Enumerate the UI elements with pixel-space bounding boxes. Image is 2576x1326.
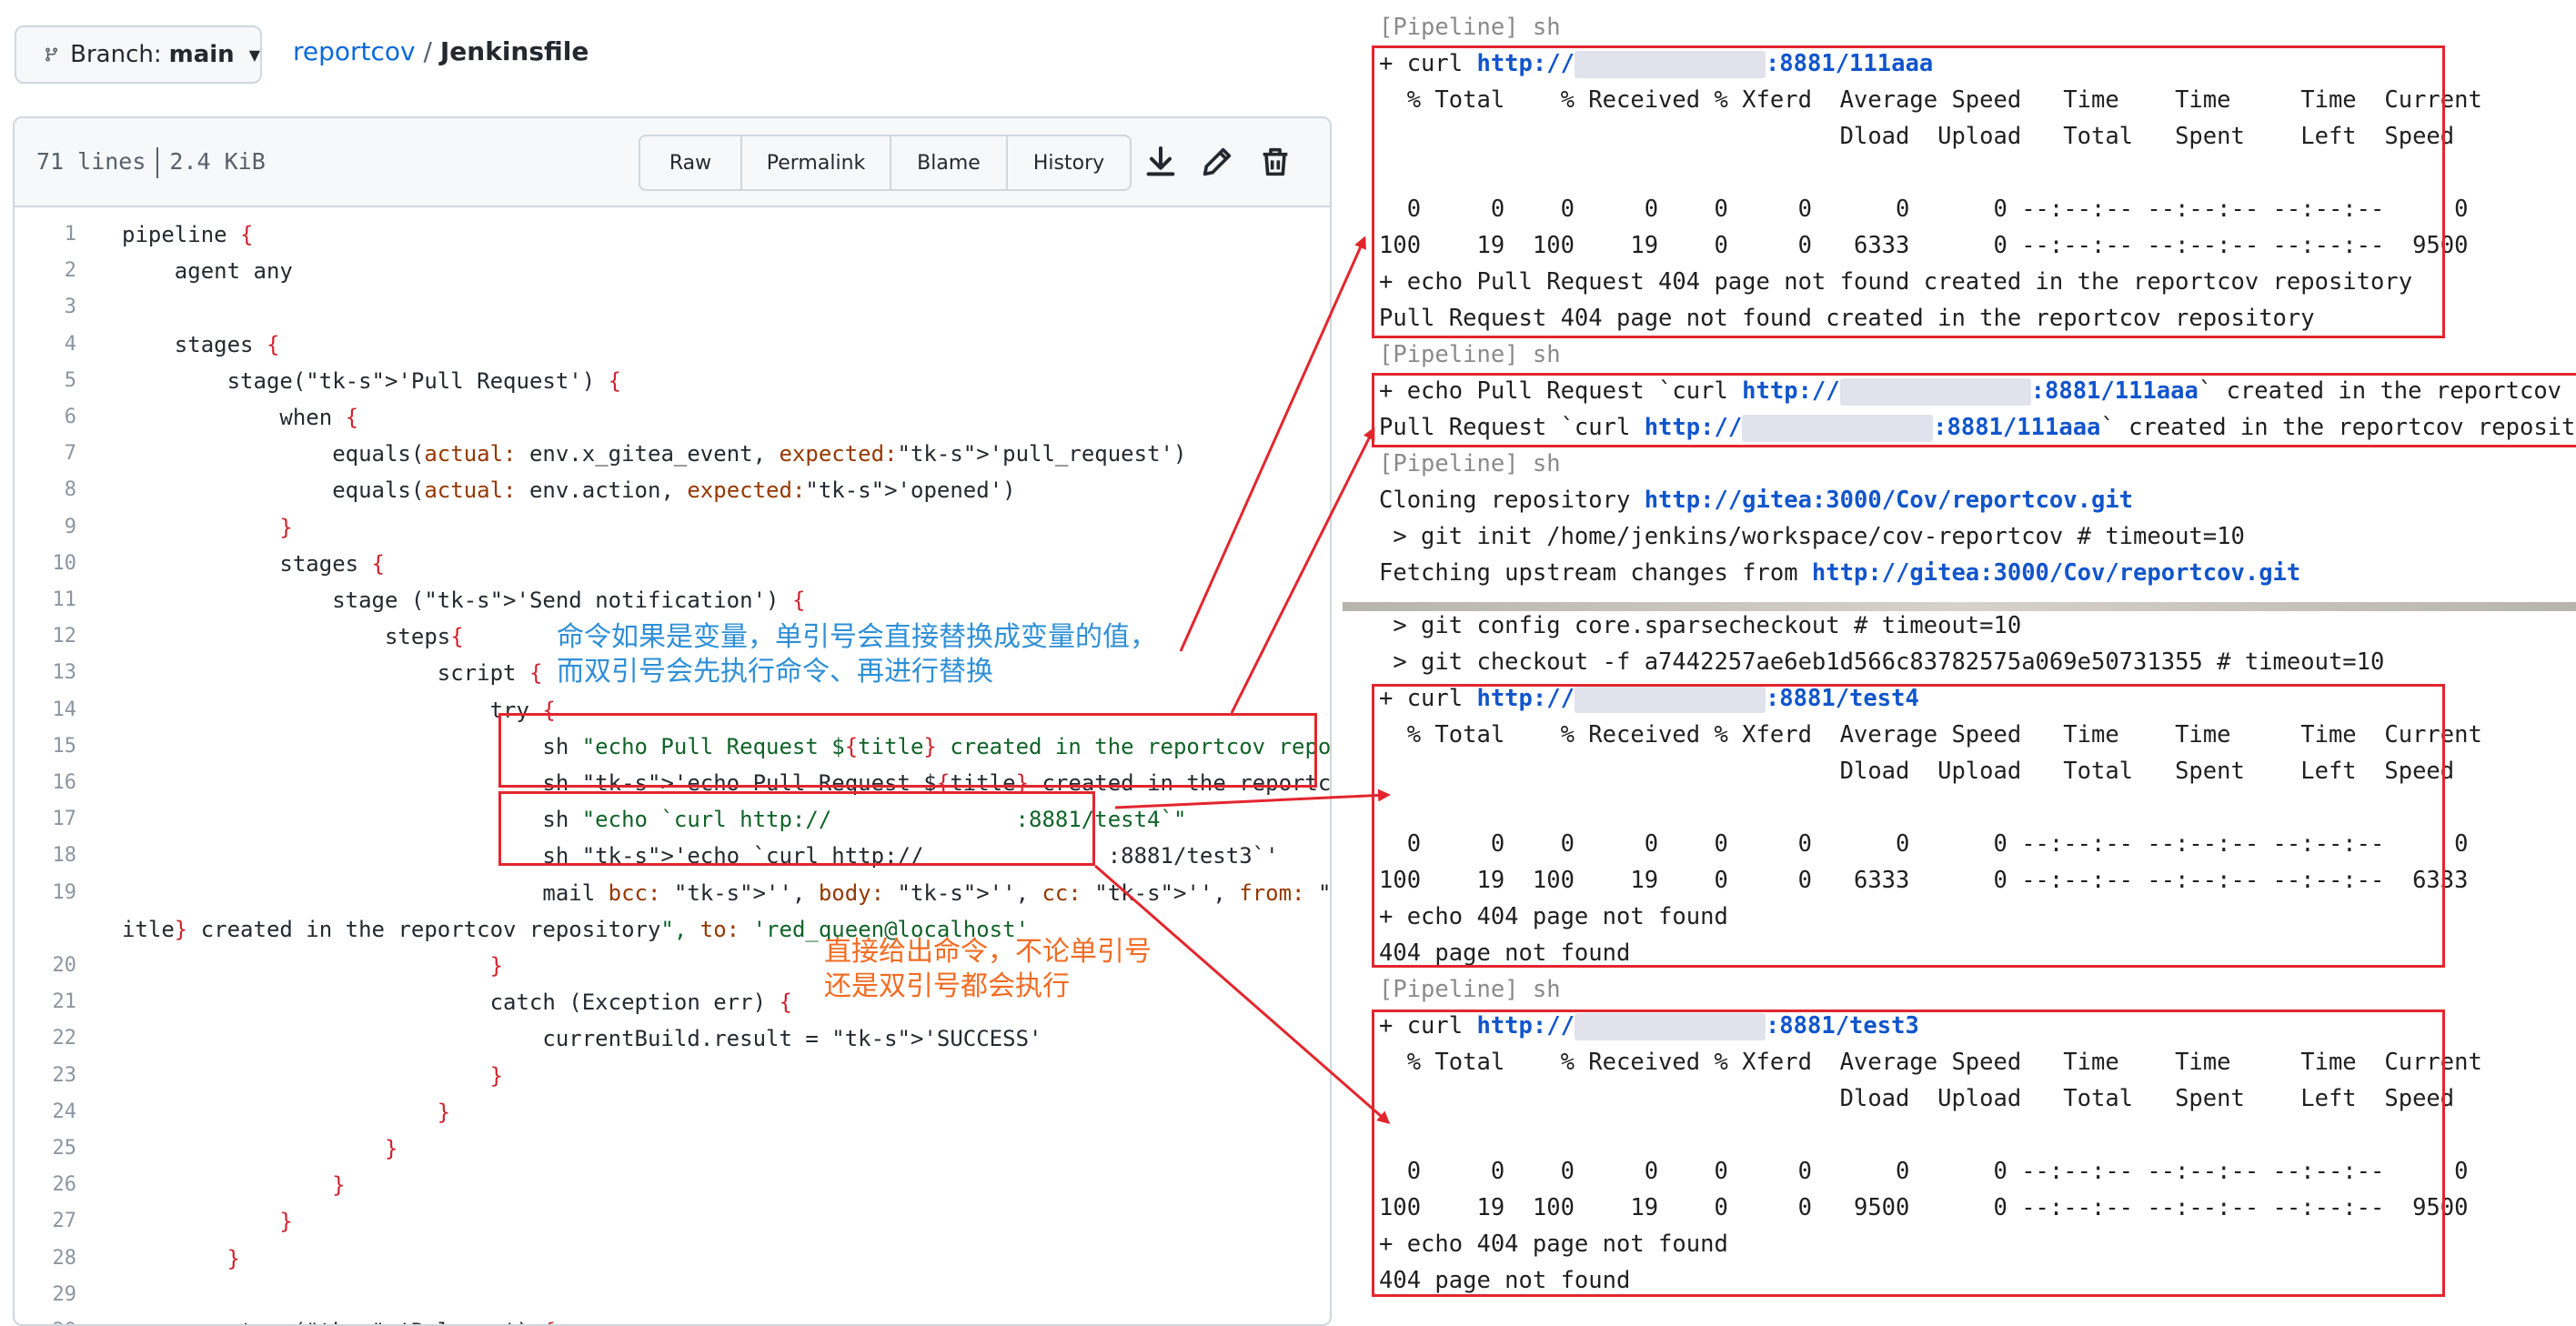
- code-text: stage("tk-s">'Release') {: [122, 1313, 556, 1324]
- annotation-arrows: [1094, 236, 1391, 1124]
- code-line: 30 stage("tk-s">'Release') {: [15, 1313, 1330, 1324]
- line-number[interactable]: 30: [15, 1313, 77, 1324]
